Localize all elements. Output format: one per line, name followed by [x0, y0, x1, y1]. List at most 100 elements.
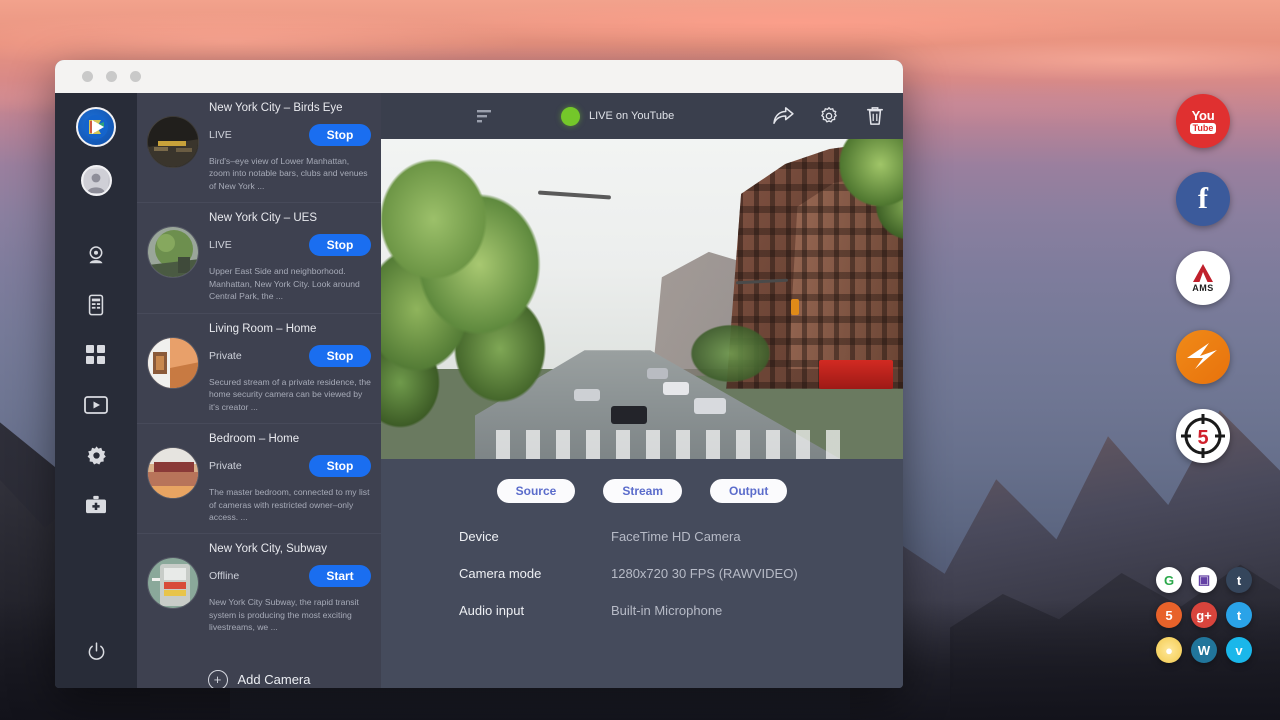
wordpress-label: W — [1198, 643, 1210, 658]
dock-icon-tumblr[interactable]: t — [1226, 567, 1252, 593]
camera-list-item[interactable]: Living Room – Home Private Stop Secured … — [137, 314, 381, 424]
video-car — [611, 406, 648, 424]
flickr-label: ● — [1165, 643, 1173, 658]
video-red-awning — [819, 360, 892, 389]
facebook-label: f — [1198, 182, 1208, 216]
dock-icon-google-plus[interactable]: g+ — [1191, 602, 1217, 628]
dock-icon-adobe-ams[interactable]: AMS — [1176, 251, 1230, 305]
add-camera-label: Add Camera — [238, 672, 311, 687]
source-details: Device FaceTime HD Camera Camera mode 12… — [381, 503, 903, 640]
window-close-button[interactable] — [82, 71, 93, 82]
camera-action-button[interactable]: Stop — [309, 234, 371, 256]
thumbnail-subway-icon — [148, 558, 199, 609]
camera-thumbnail — [147, 557, 199, 609]
main-panel: LIVE on YouTube — [381, 93, 903, 688]
play-logo-icon — [83, 114, 109, 140]
gear-icon — [86, 445, 107, 466]
add-box-icon — [85, 495, 107, 515]
grasshopper-label: G — [1164, 573, 1174, 588]
app-window: New York City – Birds Eye LIVE Stop Bird… — [55, 60, 903, 688]
trash-icon — [866, 106, 884, 126]
thumbnail-living-room-icon — [148, 338, 199, 389]
camera-list-item[interactable]: Bedroom – Home Private Stop The master b… — [137, 424, 381, 534]
video-tree-mid — [673, 312, 788, 395]
camera-action-button[interactable]: Stop — [309, 345, 371, 367]
mobile-device-icon — [86, 294, 106, 316]
grid-apps-icon — [86, 345, 106, 365]
crosshair-five-icon: 5 — [1177, 410, 1229, 462]
detail-row-audio-input: Audio input Built-in Microphone — [459, 603, 903, 618]
dock-icon-five[interactable]: 5 — [1176, 409, 1230, 463]
youtube-label-bottom: Tube — [1190, 123, 1217, 134]
camera-action-button[interactable]: Stop — [309, 124, 371, 146]
live-dot-icon — [561, 107, 580, 126]
five-alt-label: 5 — [1165, 608, 1172, 623]
sidebar-item-add-source[interactable] — [73, 490, 119, 520]
window-maximize-button[interactable] — [130, 71, 141, 82]
power-icon — [87, 642, 106, 661]
sidebar-item-device[interactable] — [73, 290, 119, 320]
settings-button[interactable] — [817, 104, 841, 128]
sidebar-item-camera[interactable] — [73, 240, 119, 270]
dock-icon-wowza[interactable] — [1176, 330, 1230, 384]
dock-icon-youtube[interactable]: You Tube — [1176, 94, 1230, 148]
delete-button[interactable] — [863, 104, 887, 128]
window-minimize-button[interactable] — [106, 71, 117, 82]
camera-list-panel: New York City – Birds Eye LIVE Stop Bird… — [137, 93, 381, 688]
dock-icon-five-alt[interactable]: 5 — [1156, 602, 1182, 628]
dock-icon-vimeo[interactable]: v — [1226, 637, 1252, 663]
window-titlebar[interactable] — [55, 60, 903, 93]
detail-row-camera-mode: Camera mode 1280x720 30 FPS (RAWVIDEO) — [459, 566, 903, 581]
sidebar-item-power[interactable] — [73, 636, 119, 666]
settings-tabs: Source Stream Output — [381, 459, 903, 503]
user-avatar[interactable] — [81, 165, 112, 196]
add-camera-button[interactable]: + Add Camera — [137, 644, 381, 688]
camera-action-button[interactable]: Start — [309, 565, 371, 587]
camera-status: LIVE — [209, 129, 232, 141]
camera-list-item[interactable]: New York City, Subway Offline Start New … — [137, 534, 381, 643]
camera-list-item[interactable]: New York City – Birds Eye LIVE Stop Bird… — [137, 93, 381, 203]
sidebar-item-broadcast[interactable] — [73, 390, 119, 420]
detail-row-device: Device FaceTime HD Camera — [459, 529, 903, 544]
main-toolbar: LIVE on YouTube — [381, 93, 903, 139]
tab-stream[interactable]: Stream — [603, 479, 682, 503]
detail-value[interactable]: Built-in Microphone — [611, 603, 722, 618]
camera-description: Upper East Side and neighborhood. Manhat… — [209, 265, 371, 302]
dock-icon-twitter[interactable]: t — [1226, 602, 1252, 628]
twitch-label: ▣ — [1198, 572, 1210, 588]
app-logo[interactable] — [76, 107, 116, 147]
lightning-bolt-icon — [1183, 337, 1223, 377]
sort-filter-icon[interactable] — [471, 103, 497, 129]
dock-icon-twitch[interactable]: ▣ — [1191, 567, 1217, 593]
camera-list-item[interactable]: New York City – UES LIVE Stop Upper East… — [137, 203, 381, 313]
camera-title: New York City – UES — [209, 212, 371, 224]
camera-status: Offline — [209, 570, 239, 582]
dock-icon-facebook[interactable]: f — [1176, 172, 1230, 226]
sidebar-item-apps[interactable] — [73, 340, 119, 370]
camera-action-button[interactable]: Stop — [309, 455, 371, 477]
camera-title: New York City, Subway — [209, 543, 371, 555]
tab-source[interactable]: Source — [497, 479, 576, 503]
dock-icon-flickr[interactable]: ● — [1156, 637, 1182, 663]
sort-lines-icon — [476, 108, 492, 124]
detail-value[interactable]: FaceTime HD Camera — [611, 529, 741, 544]
detail-label: Audio input — [459, 603, 611, 618]
camera-thumbnail — [147, 447, 199, 499]
detail-value[interactable]: 1280x720 30 FPS (RAWVIDEO) — [611, 566, 798, 581]
tumblr-label: t — [1237, 573, 1241, 588]
svg-text:5: 5 — [1197, 427, 1208, 449]
live-label: LIVE on YouTube — [589, 110, 674, 122]
thumbnail-birds-eye-icon — [148, 117, 199, 168]
sidebar-rail — [55, 93, 137, 688]
camera-thumbnail — [147, 226, 199, 278]
dock-icon-wordpress[interactable]: W — [1191, 637, 1217, 663]
sidebar-item-settings[interactable] — [73, 440, 119, 470]
google-plus-label: g+ — [1196, 608, 1212, 623]
camera-description: The master bedroom, connected to my list… — [209, 486, 371, 523]
share-button[interactable] — [771, 104, 795, 128]
gear-icon — [819, 106, 839, 126]
tab-output[interactable]: Output — [710, 479, 787, 503]
adobe-a-icon — [1190, 263, 1216, 283]
video-preview[interactable] — [381, 139, 903, 459]
dock-icon-grasshopper[interactable]: G — [1156, 567, 1182, 593]
